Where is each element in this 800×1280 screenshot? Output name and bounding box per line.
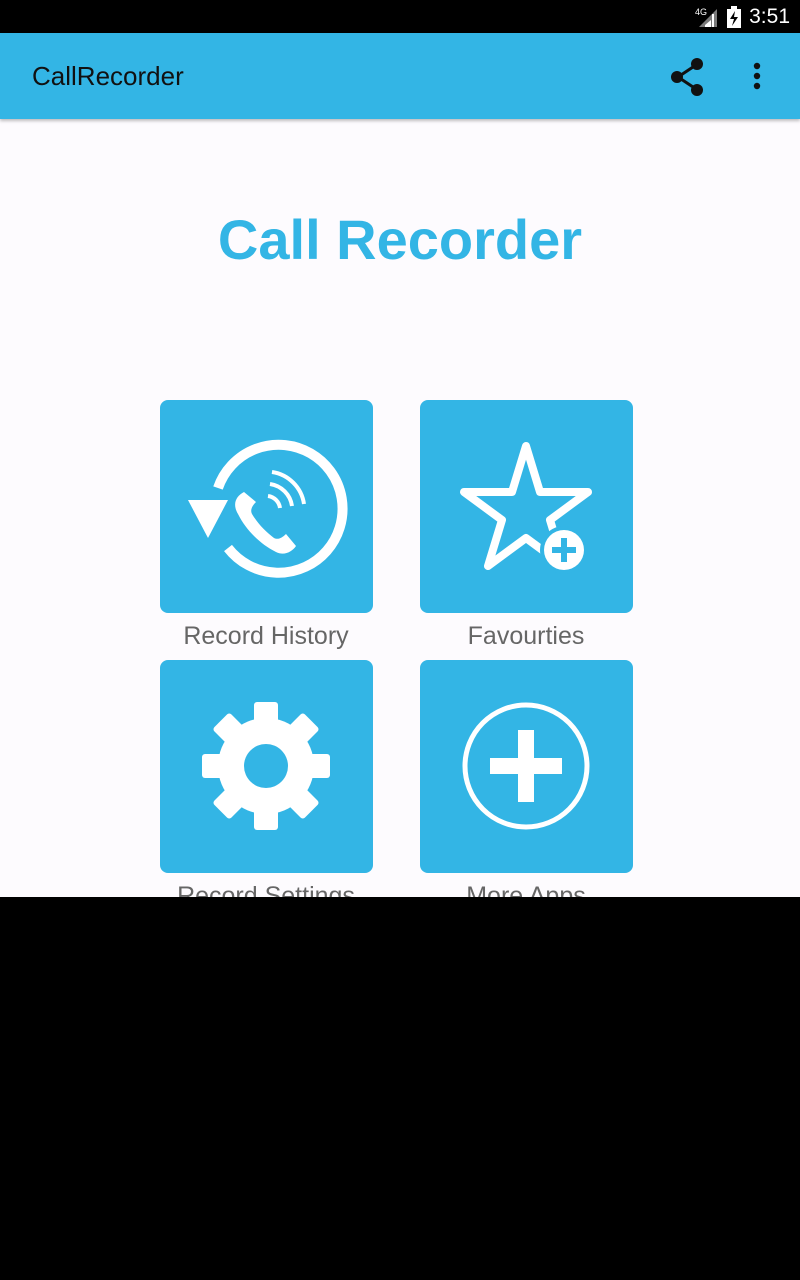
main-content: Call Recorder Record History Favourties — [0, 119, 800, 897]
status-time: 3:51 — [749, 4, 790, 28]
more-apps-button[interactable] — [420, 660, 633, 873]
status-bar: 4G 3:51 — [0, 0, 800, 33]
app-title: CallRecorder — [32, 61, 184, 91]
blank-area — [0, 897, 800, 1280]
plus-circle-icon — [462, 702, 590, 830]
gear-icon — [202, 702, 330, 830]
more-vert-icon — [753, 62, 761, 90]
record-settings-button[interactable] — [160, 660, 373, 873]
record-settings-label: Record Settings — [177, 882, 355, 897]
app-bar: CallRecorder — [0, 33, 800, 119]
share-icon — [671, 58, 703, 96]
favourites-label: Favourties — [467, 622, 585, 650]
record-history-button[interactable] — [160, 400, 373, 613]
share-button[interactable] — [664, 55, 710, 99]
signal-4g-icon: 4G — [695, 7, 718, 27]
favourites-button[interactable] — [420, 400, 633, 613]
svg-text:4G: 4G — [695, 7, 707, 17]
overflow-menu-button[interactable] — [740, 55, 774, 99]
call-history-icon — [188, 439, 348, 578]
page-title: Call Recorder — [217, 208, 583, 271]
star-add-icon — [460, 442, 592, 574]
more-apps-label: More Apps — [466, 882, 586, 897]
battery-charging-icon — [727, 5, 742, 28]
record-history-label: Record History — [183, 622, 349, 650]
